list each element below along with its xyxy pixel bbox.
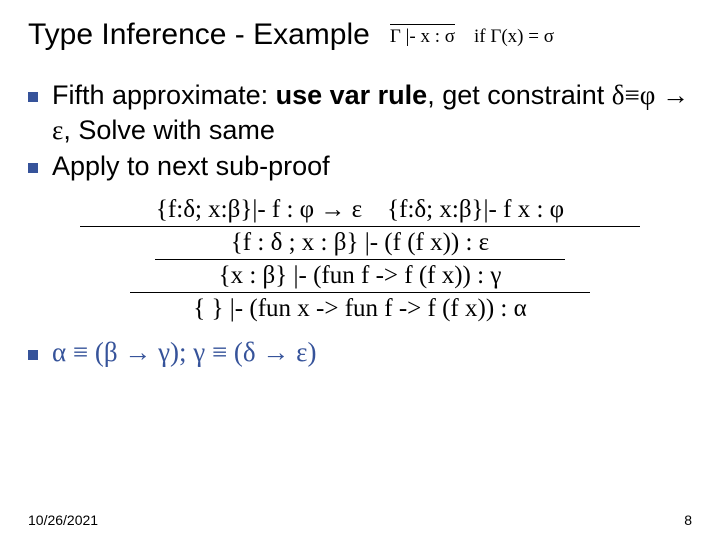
body-text: Fifth approximate: use var rule, get con… (28, 78, 692, 184)
bullet-square-icon (28, 163, 38, 173)
slide-title: Type Inference - Example (28, 18, 370, 52)
proof-line2: {f : δ ; x : β} |- (f (f x)) : ε (155, 229, 565, 260)
var-rule-formula: Γ |- x : σ if Γ(x) = σ (390, 24, 554, 48)
bullet-2: Apply to next sub-proof (28, 149, 692, 184)
bullet-square-icon (28, 92, 38, 102)
bullet-square-icon (28, 350, 38, 360)
footer-date: 10/26/2021 (28, 512, 98, 528)
footer-page-number: 8 (684, 512, 692, 528)
proof-line4: { } |- (fun x -> fun f -> f (f x)) : α (28, 295, 692, 323)
proof-rule-1: {f:δ; x:β}|- f : φ → ε {f:δ; x:β}|- f x … (80, 196, 640, 227)
footer: 10/26/2021 8 (28, 512, 692, 528)
proof-tree: {f:δ; x:β}|- f : φ → ε {f:δ; x:β}|- f x … (28, 196, 692, 323)
proof-line3: {x : β} |- (fun f -> f (f x)) : γ (130, 262, 590, 293)
bullet-2-text: Apply to next sub-proof (52, 149, 692, 184)
premise-right: {f:δ; x:β}|- f x : φ (387, 196, 564, 223)
premise-left: {f:δ; x:β}|- f : φ → ε (156, 196, 362, 223)
var-rule-condition: if Γ(x) = σ (474, 26, 554, 47)
proof-premises: {f:δ; x:β}|- f : φ → ε {f:δ; x:β}|- f x … (28, 196, 692, 227)
title-row: Type Inference - Example Γ |- x : σ if Γ… (28, 18, 692, 56)
var-rule-judgment: Γ |- x : σ (390, 24, 455, 48)
proof-line3-row: {x : β} |- (fun f -> f (f x)) : γ (28, 262, 692, 293)
proof-line2-row: {f : δ ; x : β} |- (f (f x)) : ε (28, 229, 692, 260)
conclusion-text: α ≡ (β → γ); γ ≡ (δ → ε) (52, 337, 316, 368)
bullet-1: Fifth approximate: use var rule, get con… (28, 78, 692, 147)
conclusion-row: α ≡ (β → γ); γ ≡ (δ → ε) (28, 337, 692, 368)
slide: Type Inference - Example Γ |- x : σ if Γ… (0, 0, 720, 540)
bullet-1-text: Fifth approximate: use var rule, get con… (52, 78, 692, 147)
